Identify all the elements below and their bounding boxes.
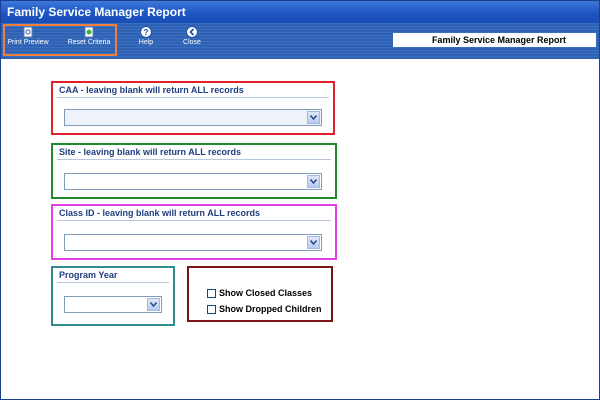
print-preview-icon [23,26,33,38]
site-dropdown[interactable] [64,173,322,190]
options-panel: Show Closed Classes Show Dropped Childre… [187,266,333,322]
caa-dropdown[interactable] [64,109,322,126]
title-bar: Family Service Manager Report [1,1,599,23]
checkbox-box[interactable] [207,288,216,298]
show-closed-classes-checkbox[interactable]: Show Closed Classes [207,288,312,298]
site-separator [57,159,331,160]
chevron-down-icon[interactable] [307,111,320,124]
class-id-dropdown[interactable] [64,234,322,251]
print-preview-button[interactable]: Print Preview [5,23,51,57]
chevron-down-icon[interactable] [147,298,160,311]
program-year-panel: Program Year [51,266,175,326]
caa-label: CAA - leaving blank will return ALL reco… [59,85,244,95]
program-year-label: Program Year [59,270,118,280]
caa-panel: CAA - leaving blank will return ALL reco… [51,81,335,135]
window-title: Family Service Manager Report [7,5,186,19]
show-dropped-children-checkbox[interactable]: Show Dropped Children [207,304,322,314]
class-id-separator [57,220,331,221]
chevron-down-icon[interactable] [307,236,320,249]
report-title: Family Service Manager Report [393,33,596,47]
program-year-dropdown[interactable] [64,296,162,313]
checkbox-box[interactable] [207,304,216,314]
report-window: Family Service Manager Report Print Prev… [0,0,600,400]
chevron-down-icon[interactable] [307,175,320,188]
site-panel: Site - leaving blank will return ALL rec… [51,143,337,199]
close-icon [186,26,198,38]
help-icon: ? [140,26,152,38]
class-id-panel: Class ID - leaving blank will return ALL… [51,204,337,260]
class-id-label: Class ID - leaving blank will return ALL… [59,208,261,218]
caa-separator [57,97,329,98]
reset-criteria-button[interactable]: Reset Criteria [63,23,115,57]
close-button[interactable]: Close [177,23,207,57]
svg-text:?: ? [144,28,149,37]
program-year-separator [57,282,169,283]
help-button[interactable]: ? Help [131,23,161,57]
site-label: Site - leaving blank will return ALL rec… [59,147,242,157]
reset-criteria-icon [84,26,94,38]
